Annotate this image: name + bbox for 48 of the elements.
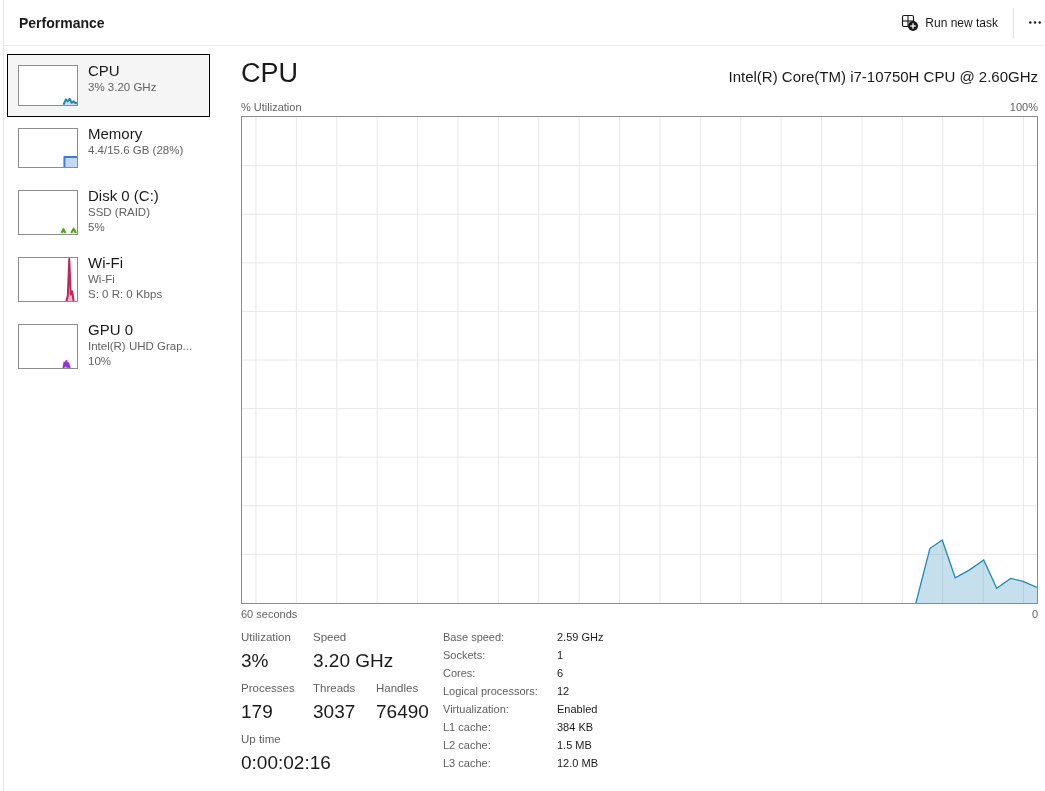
- detail-label: Base speed:: [443, 630, 506, 645]
- detail-label: Logical processors:: [443, 684, 539, 699]
- stat-value: 3037: [313, 700, 357, 724]
- mini-graph-icon: [18, 127, 78, 169]
- detail-value: 384 KB: [557, 720, 595, 735]
- axis-zero-label: 0: [1031, 607, 1038, 621]
- stat-label: Threads: [313, 681, 357, 695]
- detail-value: 12: [557, 684, 571, 699]
- mini-graph-icon: [18, 190, 78, 236]
- detail-value: 12.0 MB: [557, 756, 599, 771]
- axis-label: % Utilization: [241, 100, 302, 114]
- time-span-label: 60 seconds: [241, 607, 298, 621]
- detail-label: Sockets:: [443, 648, 487, 663]
- stat-label: Handles: [376, 681, 420, 695]
- stat-value: 3.20 GHz: [313, 649, 395, 673]
- sidebar-item[interactable]: GPU 0 Intel(R) UHD Grap... 10%: [7, 313, 210, 381]
- stat-label: Up time: [241, 732, 282, 746]
- detail-value: 6: [557, 666, 565, 681]
- detail-value: 2.59 GHz: [557, 630, 604, 645]
- sidebar-item[interactable]: Memory 4.4/15.6 GB (28%): [7, 116, 210, 180]
- stat-value: 0:00:02:16: [241, 751, 332, 775]
- page-title: Performance: [19, 14, 105, 31]
- stat-label: Processes: [241, 681, 296, 695]
- window-plus-icon: [901, 14, 919, 31]
- stat-value: 76490: [376, 700, 430, 724]
- mini-graph-icon: [18, 65, 78, 106]
- stat-value: 179: [241, 700, 274, 724]
- sidebar-item[interactable]: Wi-Fi Wi-Fi S: 0 R: 0 Kbps: [7, 246, 210, 314]
- sidebar-item[interactable]: CPU 3% 3.20 GHz: [7, 54, 210, 117]
- mini-graph-icon: [18, 324, 78, 370]
- stat-label: Utilization: [241, 630, 292, 644]
- detail-label: L3 cache:: [443, 756, 492, 771]
- detail-value: 1: [557, 648, 565, 663]
- detail-label: L2 cache:: [443, 738, 492, 753]
- section-title: CPU: [241, 57, 298, 90]
- stat-label: Speed: [313, 630, 348, 644]
- axis-max-label: 100%: [1009, 100, 1038, 114]
- processor-name: Intel(R) Core(TM) i7-10750H CPU @ 2.60GHz: [728, 67, 1038, 87]
- more-icon: [1029, 21, 1041, 24]
- detail-label: Cores:: [443, 666, 477, 681]
- detail-value: 1.5 MB: [557, 738, 593, 753]
- detail-value: Enabled: [557, 702, 599, 717]
- run-new-task-button[interactable]: Run new task: [895, 8, 1004, 37]
- sidebar-item[interactable]: Disk 0 (C:) SSD (RAID) 5%: [7, 179, 210, 247]
- detail-label: L1 cache:: [443, 720, 492, 735]
- detail-label: Virtualization:: [443, 702, 510, 717]
- stat-value: 3%: [241, 649, 270, 673]
- mini-graph-icon: [18, 257, 78, 303]
